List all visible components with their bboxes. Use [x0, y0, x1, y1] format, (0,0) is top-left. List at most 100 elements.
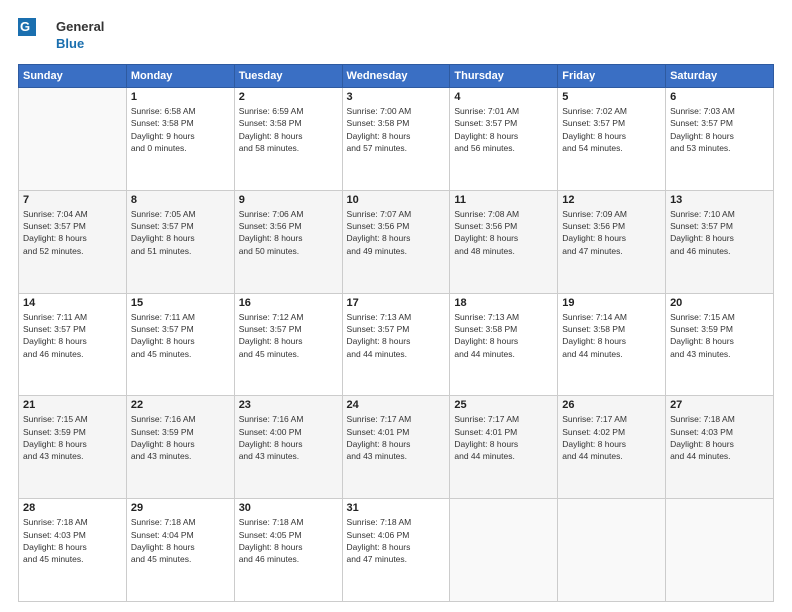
calendar-cell: 11 Sunrise: 7:08 AM Sunset: 3:56 PM Dayli…	[450, 190, 558, 293]
day-info: Sunrise: 7:05 AM Sunset: 3:57 PM Dayligh…	[131, 208, 230, 257]
column-header-tuesday: Tuesday	[234, 65, 342, 88]
day-number: 18	[454, 297, 553, 309]
logo-text: GeneralBlue	[56, 19, 104, 53]
day-number: 9	[239, 194, 338, 206]
calendar-cell: 28 Sunrise: 7:18 AM Sunset: 4:03 PM Dayli…	[19, 499, 127, 602]
day-number: 21	[23, 399, 122, 411]
calendar-cell: 18 Sunrise: 7:13 AM Sunset: 3:58 PM Dayli…	[450, 293, 558, 396]
day-info: Sunrise: 7:13 AM Sunset: 3:58 PM Dayligh…	[454, 311, 553, 360]
calendar-cell: 9 Sunrise: 7:06 AM Sunset: 3:56 PM Daylig…	[234, 190, 342, 293]
calendar-cell: 26 Sunrise: 7:17 AM Sunset: 4:02 PM Dayli…	[558, 396, 666, 499]
day-number: 27	[670, 399, 769, 411]
day-number: 25	[454, 399, 553, 411]
day-number: 1	[131, 91, 230, 103]
day-number: 11	[454, 194, 553, 206]
day-info: Sunrise: 7:16 AM Sunset: 3:59 PM Dayligh…	[131, 413, 230, 462]
calendar-cell	[666, 499, 774, 602]
day-info: Sunrise: 7:18 AM Sunset: 4:05 PM Dayligh…	[239, 516, 338, 565]
calendar-cell: 21Sunrise: 7:15 AM Sunset: 3:59 PM Dayli…	[19, 396, 127, 499]
calendar-cell: 8 Sunrise: 7:05 AM Sunset: 3:57 PM Daylig…	[126, 190, 234, 293]
day-number: 26	[562, 399, 661, 411]
day-number: 31	[347, 502, 446, 514]
calendar-cell: 24 Sunrise: 7:17 AM Sunset: 4:01 PM Dayli…	[342, 396, 450, 499]
day-info: Sunrise: 7:11 AM Sunset: 3:57 PM Dayligh…	[23, 311, 122, 360]
calendar-week-3: 21Sunrise: 7:15 AM Sunset: 3:59 PM Dayli…	[19, 396, 774, 499]
calendar-cell: 5 Sunrise: 7:02 AM Sunset: 3:57 PM Daylig…	[558, 88, 666, 191]
day-number: 7	[23, 194, 122, 206]
column-header-wednesday: Wednesday	[342, 65, 450, 88]
day-info: Sunrise: 7:15 AM Sunset: 3:59 PM Dayligh…	[670, 311, 769, 360]
day-number: 15	[131, 297, 230, 309]
day-info: Sunrise: 7:16 AM Sunset: 4:00 PM Dayligh…	[239, 413, 338, 462]
day-info: Sunrise: 7:02 AM Sunset: 3:57 PM Dayligh…	[562, 105, 661, 154]
day-info: Sunrise: 7:12 AM Sunset: 3:57 PM Dayligh…	[239, 311, 338, 360]
day-number: 17	[347, 297, 446, 309]
day-info: Sunrise: 7:07 AM Sunset: 3:56 PM Dayligh…	[347, 208, 446, 257]
calendar-cell: 13Sunrise: 7:10 AM Sunset: 3:57 PM Dayli…	[666, 190, 774, 293]
day-info: Sunrise: 7:09 AM Sunset: 3:56 PM Dayligh…	[562, 208, 661, 257]
day-number: 5	[562, 91, 661, 103]
day-number: 20	[670, 297, 769, 309]
day-info: Sunrise: 7:10 AM Sunset: 3:57 PM Dayligh…	[670, 208, 769, 257]
day-info: Sunrise: 7:06 AM Sunset: 3:56 PM Dayligh…	[239, 208, 338, 257]
day-info: Sunrise: 7:04 AM Sunset: 3:57 PM Dayligh…	[23, 208, 122, 257]
calendar-cell: 25Sunrise: 7:17 AM Sunset: 4:01 PM Dayli…	[450, 396, 558, 499]
day-number: 23	[239, 399, 338, 411]
calendar-cell: 7 Sunrise: 7:04 AM Sunset: 3:57 PM Daylig…	[19, 190, 127, 293]
day-info: Sunrise: 6:59 AM Sunset: 3:58 PM Dayligh…	[239, 105, 338, 154]
column-header-monday: Monday	[126, 65, 234, 88]
day-number: 24	[347, 399, 446, 411]
calendar-cell	[558, 499, 666, 602]
calendar-cell: 15 Sunrise: 7:11 AM Sunset: 3:57 PM Dayli…	[126, 293, 234, 396]
calendar-header-row: SundayMondayTuesdayWednesdayThursdayFrid…	[19, 65, 774, 88]
day-number: 6	[670, 91, 769, 103]
calendar-week-4: 28 Sunrise: 7:18 AM Sunset: 4:03 PM Dayli…	[19, 499, 774, 602]
day-info: Sunrise: 7:11 AM Sunset: 3:57 PM Dayligh…	[131, 311, 230, 360]
calendar-week-1: 7 Sunrise: 7:04 AM Sunset: 3:57 PM Daylig…	[19, 190, 774, 293]
day-number: 14	[23, 297, 122, 309]
calendar-cell: 1 Sunrise: 6:58 AM Sunset: 3:58 PM Daylig…	[126, 88, 234, 191]
calendar-cell: 30 Sunrise: 7:18 AM Sunset: 4:05 PM Dayli…	[234, 499, 342, 602]
day-number: 12	[562, 194, 661, 206]
day-info: Sunrise: 7:18 AM Sunset: 4:04 PM Dayligh…	[131, 516, 230, 565]
day-info: Sunrise: 7:17 AM Sunset: 4:01 PM Dayligh…	[347, 413, 446, 462]
calendar-cell: 16 Sunrise: 7:12 AM Sunset: 3:57 PM Dayli…	[234, 293, 342, 396]
logo: G GeneralBlue	[18, 18, 104, 54]
calendar-cell	[19, 88, 127, 191]
calendar-cell: 17Sunrise: 7:13 AM Sunset: 3:57 PM Dayli…	[342, 293, 450, 396]
page: G GeneralBlue SundayMondayTuesdayWednesda…	[0, 0, 792, 612]
calendar-cell: 10Sunrise: 7:07 AM Sunset: 3:56 PM Dayli…	[342, 190, 450, 293]
calendar-cell	[450, 499, 558, 602]
column-header-thursday: Thursday	[450, 65, 558, 88]
calendar-table: SundayMondayTuesdayWednesdayThursdayFrid…	[18, 64, 774, 602]
day-number: 19	[562, 297, 661, 309]
calendar-cell: 27 Sunrise: 7:18 AM Sunset: 4:03 PM Dayli…	[666, 396, 774, 499]
day-info: Sunrise: 7:03 AM Sunset: 3:57 PM Dayligh…	[670, 105, 769, 154]
day-info: Sunrise: 7:00 AM Sunset: 3:58 PM Dayligh…	[347, 105, 446, 154]
calendar-cell: 6 Sunrise: 7:03 AM Sunset: 3:57 PM Daylig…	[666, 88, 774, 191]
day-number: 8	[131, 194, 230, 206]
calendar-cell: 22Sunrise: 7:16 AM Sunset: 3:59 PM Dayli…	[126, 396, 234, 499]
svg-text:G: G	[20, 19, 30, 34]
day-number: 29	[131, 502, 230, 514]
calendar-week-2: 14 Sunrise: 7:11 AM Sunset: 3:57 PM Dayli…	[19, 293, 774, 396]
day-info: Sunrise: 6:58 AM Sunset: 3:58 PM Dayligh…	[131, 105, 230, 154]
calendar-cell: 19Sunrise: 7:14 AM Sunset: 3:58 PM Dayli…	[558, 293, 666, 396]
day-info: Sunrise: 7:18 AM Sunset: 4:06 PM Dayligh…	[347, 516, 446, 565]
logo-svg: G	[18, 18, 54, 54]
day-info: Sunrise: 7:17 AM Sunset: 4:02 PM Dayligh…	[562, 413, 661, 462]
day-number: 3	[347, 91, 446, 103]
calendar-cell: 2Sunrise: 6:59 AM Sunset: 3:58 PM Daylig…	[234, 88, 342, 191]
calendar-cell: 12 Sunrise: 7:09 AM Sunset: 3:56 PM Dayli…	[558, 190, 666, 293]
day-info: Sunrise: 7:08 AM Sunset: 3:56 PM Dayligh…	[454, 208, 553, 257]
day-number: 28	[23, 502, 122, 514]
column-header-friday: Friday	[558, 65, 666, 88]
calendar-cell: 14 Sunrise: 7:11 AM Sunset: 3:57 PM Dayli…	[19, 293, 127, 396]
day-info: Sunrise: 7:18 AM Sunset: 4:03 PM Dayligh…	[670, 413, 769, 462]
day-number: 16	[239, 297, 338, 309]
calendar-cell: 29 Sunrise: 7:18 AM Sunset: 4:04 PM Dayli…	[126, 499, 234, 602]
header: G GeneralBlue	[18, 18, 774, 54]
day-number: 30	[239, 502, 338, 514]
day-info: Sunrise: 7:18 AM Sunset: 4:03 PM Dayligh…	[23, 516, 122, 565]
calendar-cell: 3 Sunrise: 7:00 AM Sunset: 3:58 PM Daylig…	[342, 88, 450, 191]
